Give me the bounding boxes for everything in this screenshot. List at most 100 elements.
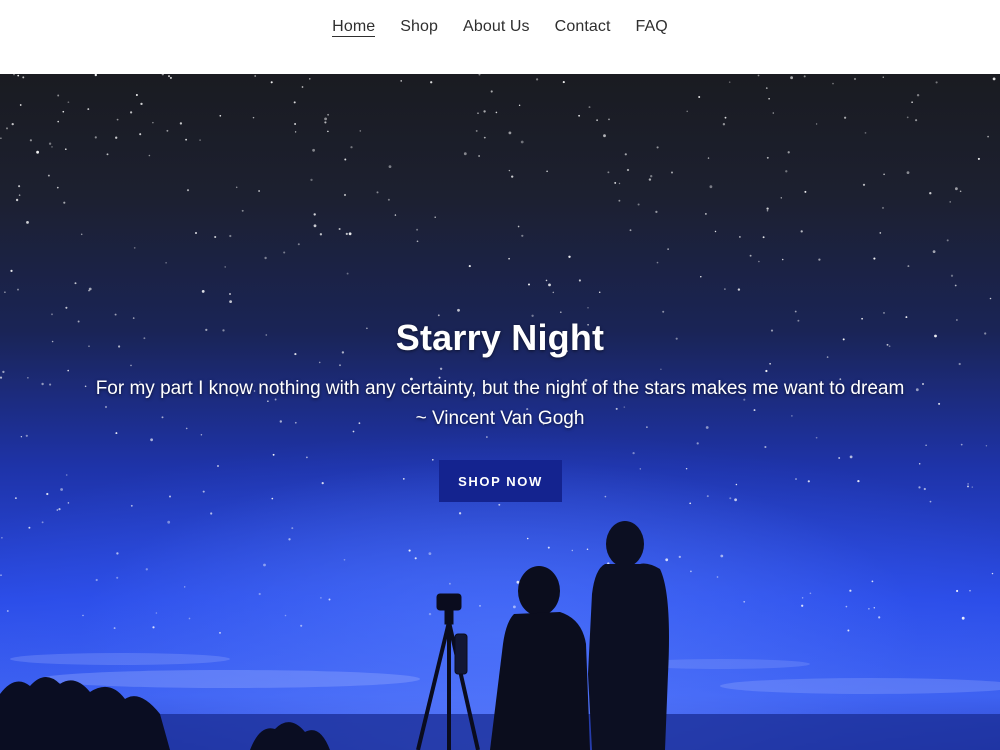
star: [518, 104, 521, 106]
star: [883, 173, 885, 176]
star: [202, 490, 205, 493]
star: [229, 293, 231, 295]
star: [270, 81, 273, 84]
star: [803, 75, 806, 78]
main-navigation: Home Shop About Us Contact FAQ: [0, 0, 1000, 74]
star: [749, 254, 752, 257]
star: [434, 216, 436, 219]
star: [490, 90, 493, 93]
star: [686, 110, 688, 113]
star: [873, 257, 876, 260]
star: [832, 82, 834, 85]
star: [477, 112, 479, 114]
star: [214, 235, 217, 239]
star: [4, 291, 6, 294]
star: [47, 174, 50, 177]
nav-item-contact: Contact: [555, 18, 611, 36]
star: [559, 311, 562, 314]
star: [345, 232, 348, 236]
star: [166, 129, 169, 132]
star: [804, 190, 807, 193]
star: [671, 171, 673, 174]
nav-item-home: Home: [332, 18, 376, 37]
nav-link-about-us[interactable]: About Us: [463, 18, 530, 35]
star: [906, 171, 910, 174]
star: [6, 127, 8, 130]
star: [29, 139, 32, 142]
star: [478, 74, 481, 76]
star: [60, 488, 63, 491]
star: [667, 248, 669, 250]
star: [795, 478, 797, 480]
star: [437, 314, 440, 317]
star: [758, 260, 760, 263]
star: [64, 148, 67, 151]
star: [129, 111, 133, 114]
star: [57, 120, 59, 123]
nav-link-contact[interactable]: Contact: [555, 18, 611, 35]
star: [179, 122, 183, 125]
star: [10, 269, 13, 273]
star: [935, 81, 938, 84]
star: [2, 370, 5, 374]
star: [709, 185, 713, 189]
hero-quote-attribution: ~ Vincent Van Gogh: [415, 408, 585, 429]
star: [735, 483, 738, 486]
star: [416, 240, 419, 243]
star: [74, 282, 77, 285]
star: [309, 78, 311, 80]
star: [772, 112, 775, 114]
star: [94, 74, 97, 77]
star: [150, 438, 154, 442]
star: [25, 434, 28, 437]
shop-now-button[interactable]: SHOP NOW: [439, 460, 562, 502]
star: [598, 291, 601, 294]
star: [698, 96, 701, 98]
star: [907, 265, 910, 268]
star: [186, 189, 190, 192]
star: [148, 154, 151, 157]
star: [17, 288, 19, 291]
nav-link-faq[interactable]: FAQ: [636, 18, 668, 35]
star: [14, 497, 17, 500]
star: [629, 229, 632, 232]
star: [849, 455, 853, 459]
star: [508, 131, 512, 135]
star: [662, 310, 665, 313]
star: [929, 500, 932, 503]
star: [700, 275, 702, 278]
star: [463, 152, 467, 156]
star: [106, 153, 109, 156]
star: [614, 181, 617, 184]
star: [165, 261, 167, 264]
star: [967, 483, 969, 485]
star: [853, 77, 857, 81]
star: [757, 74, 760, 77]
star: [918, 486, 921, 489]
star: [67, 502, 70, 504]
star: [728, 81, 731, 83]
star: [807, 480, 810, 483]
star: [387, 198, 390, 201]
star: [987, 135, 989, 138]
star: [297, 243, 300, 246]
star: [283, 251, 286, 254]
star: [626, 168, 630, 172]
nav-link-shop[interactable]: Shop: [400, 18, 438, 35]
star: [130, 364, 132, 367]
star: [604, 495, 607, 498]
star: [648, 178, 652, 181]
star: [706, 495, 709, 498]
star: [483, 136, 486, 139]
star: [724, 116, 727, 119]
star: [400, 80, 402, 82]
star: [152, 121, 154, 124]
star: [48, 142, 52, 145]
star: [790, 76, 793, 80]
nav-link-home[interactable]: Home: [332, 18, 376, 37]
star: [439, 367, 443, 370]
star: [339, 364, 341, 367]
star: [714, 230, 717, 233]
star: [65, 306, 68, 309]
star: [815, 436, 818, 439]
